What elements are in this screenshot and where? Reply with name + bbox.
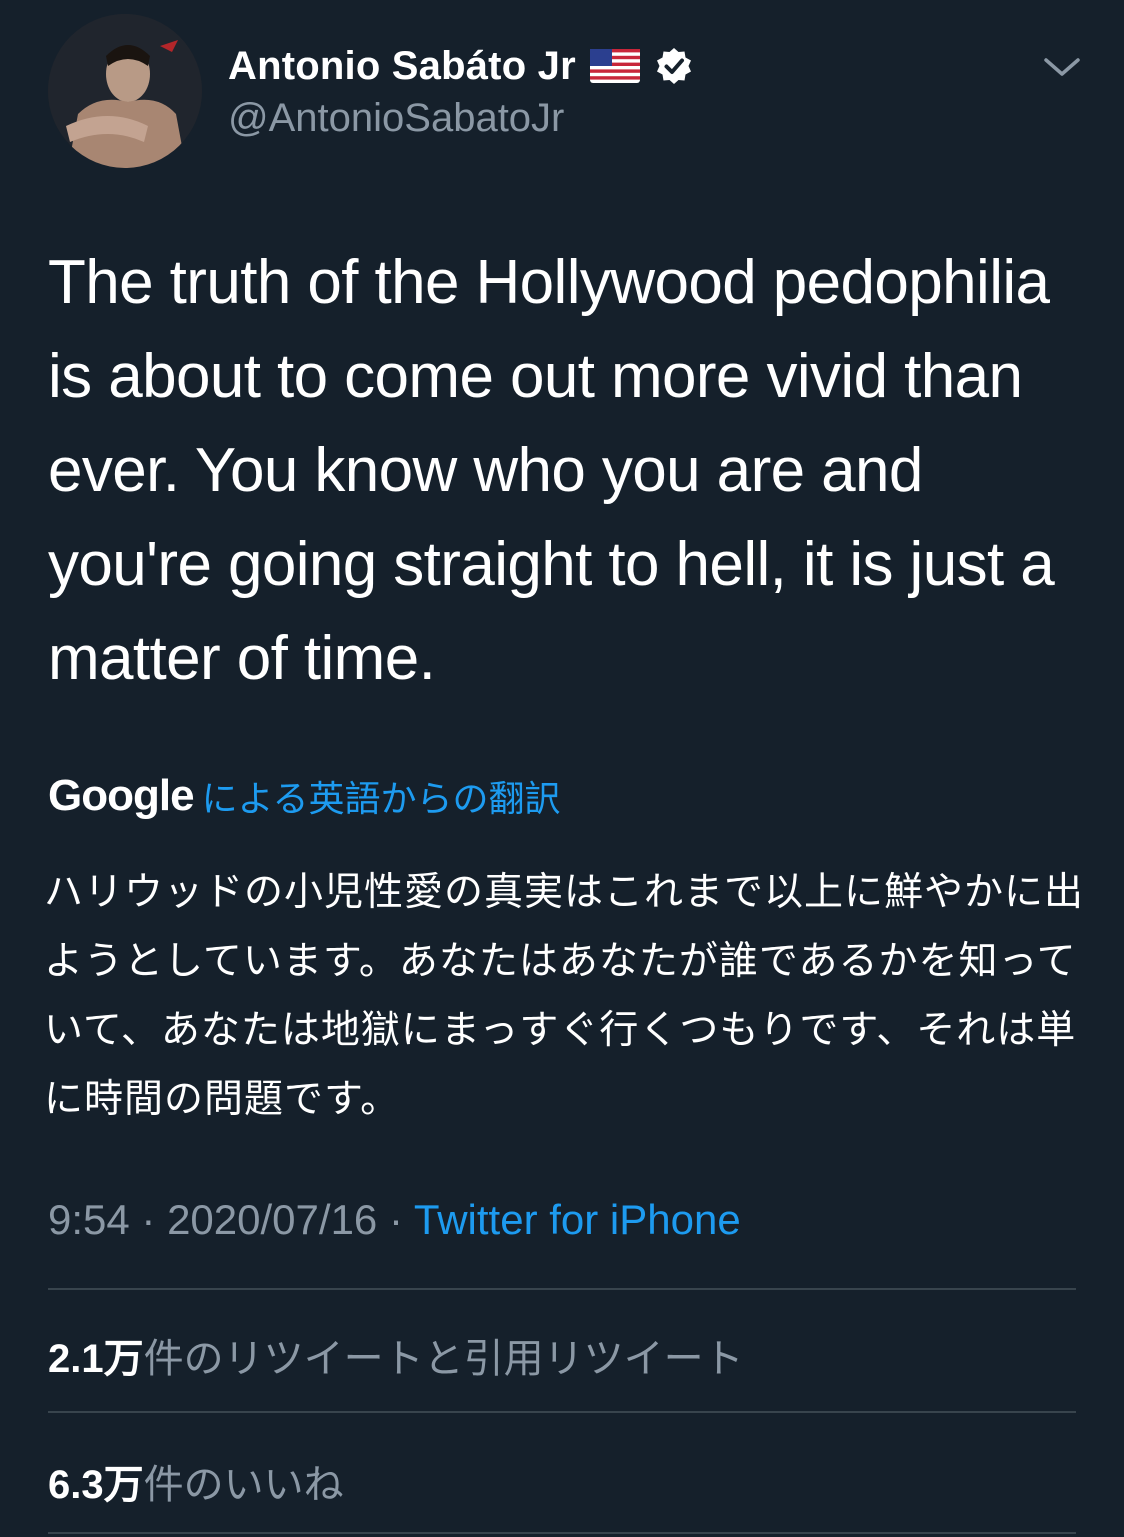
retweets-label: 件のリツイートと引用リツイート bbox=[143, 1337, 744, 1381]
display-name-row: Antonio Sabáto Jr bbox=[228, 40, 694, 92]
divider bbox=[48, 1411, 1076, 1413]
avatar[interactable] bbox=[48, 14, 202, 168]
tweet-date: 2020/07/16 bbox=[167, 1196, 378, 1243]
tweet-text: The truth of the Hollywood pedophilia is… bbox=[48, 248, 1071, 693]
retweets-stat[interactable]: 2.1万件のリツイートと引用リツイート bbox=[48, 1326, 744, 1384]
meta-separator: · bbox=[129, 1196, 168, 1243]
tweet-source-link[interactable]: Twitter for iPhone bbox=[414, 1196, 741, 1243]
chevron-down-icon[interactable] bbox=[1040, 52, 1084, 82]
likes-count: 6.3万 bbox=[48, 1463, 144, 1507]
google-logo: Google bbox=[48, 771, 195, 820]
display-name[interactable]: Antonio Sabáto Jr bbox=[228, 44, 576, 89]
user-handle[interactable]: @AntonioSabatoJr bbox=[228, 96, 564, 141]
translation-note-link[interactable]: による英語からの翻訳 bbox=[202, 770, 561, 822]
verified-badge-icon bbox=[656, 48, 691, 84]
divider bbox=[48, 1532, 1076, 1534]
tweet-header: Antonio Sabáto Jr @AntonioSabatoJr bbox=[0, 0, 1124, 200]
divider bbox=[48, 1288, 1076, 1290]
us-flag-icon bbox=[589, 49, 640, 83]
translation-attribution: Google による英語からの翻訳 bbox=[48, 766, 560, 826]
likes-stat[interactable]: 6.3万件のいいね bbox=[48, 1452, 344, 1510]
avatar-image bbox=[48, 14, 202, 168]
tweet-meta: 9:54 · 2020/07/16 · Twitter for iPhone bbox=[48, 1196, 741, 1244]
tweet-time: 9:54 bbox=[48, 1196, 130, 1243]
retweets-count: 2.1万 bbox=[48, 1337, 144, 1381]
translated-text: ハリウッドの小児性愛の真実はこれまで以上に鮮やかに出ようとしています。あなたはあ… bbox=[44, 871, 1085, 1121]
meta-separator: · bbox=[377, 1196, 414, 1243]
likes-label: 件のいいね bbox=[143, 1463, 344, 1507]
